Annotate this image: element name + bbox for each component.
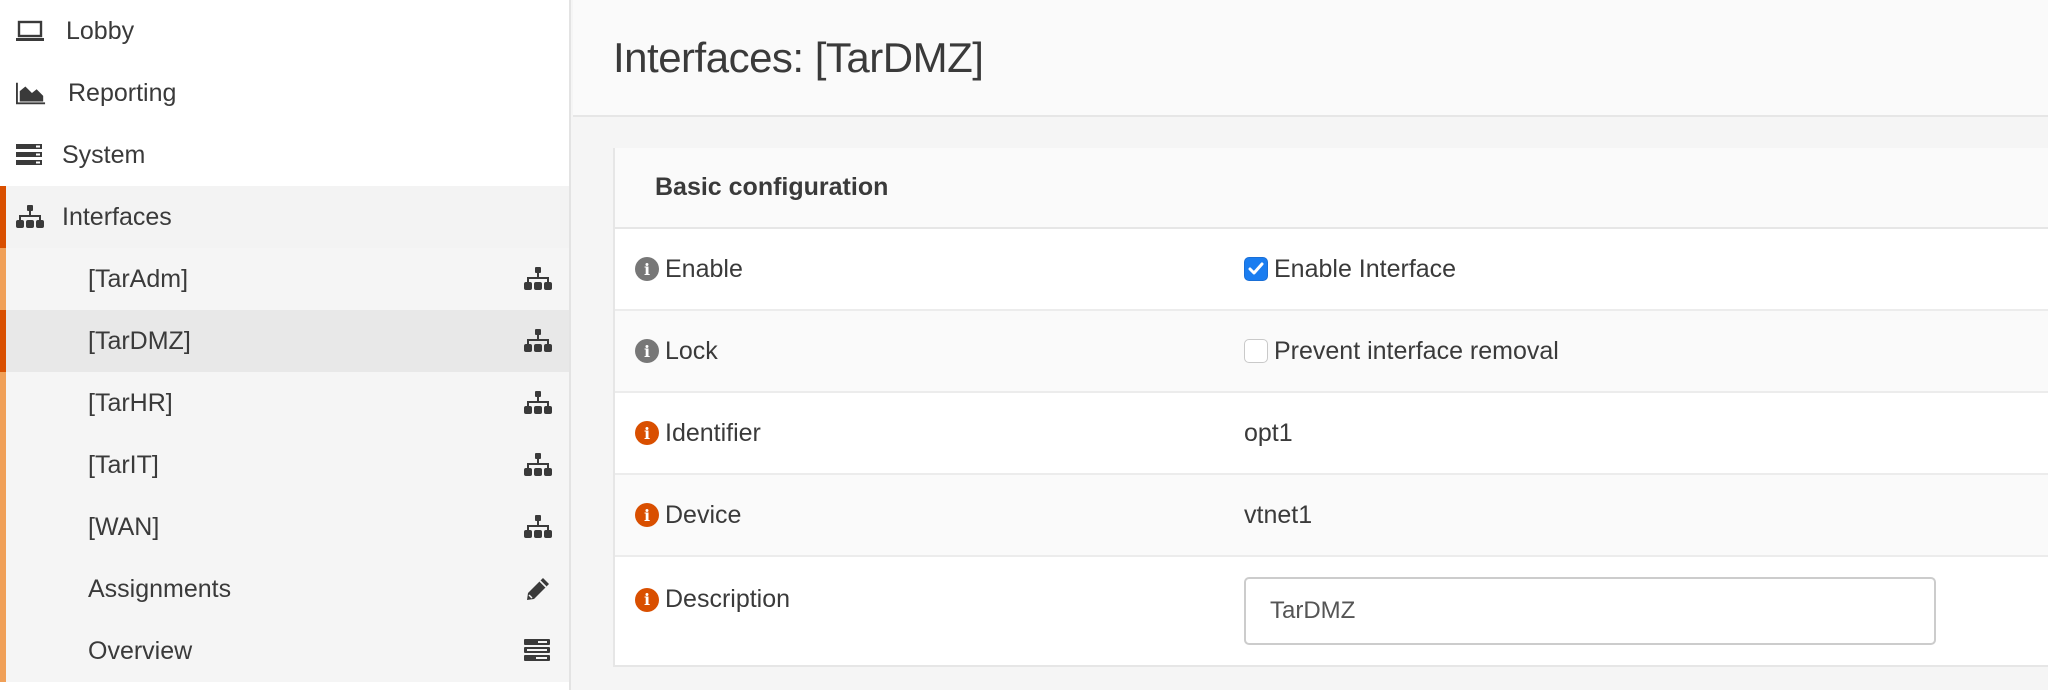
checkbox-label[interactable]: Prevent interface removal [1274,337,1559,366]
sidebar-item-label: System [62,140,146,169]
page-header: Interfaces: [TarDMZ] [573,0,2048,117]
sidebar-subitem-tarhr[interactable]: [TarHR] [6,372,569,434]
field-label: Identifier [665,418,761,447]
sidebar-item-label: Reporting [68,78,177,107]
sidebar-item-label: [TarDMZ] [88,326,191,355]
section-title: Basic configuration [615,148,2048,229]
server-icon [16,143,46,167]
info-icon[interactable]: i [635,257,659,281]
laptop-icon [16,19,46,43]
field-label: Lock [665,336,718,365]
sitemap-icon [523,267,553,291]
sidebar-item-label: Overview [88,636,193,665]
page-title: Interfaces: [TarDMZ] [613,33,984,81]
sidebar-item-label: Lobby [66,16,135,45]
sidebar-item-label: [TarIT] [88,450,159,479]
sidebar-item-label: [TarHR] [88,388,173,417]
sidebar-item-label: [WAN] [88,512,160,541]
form-row-lock: i Lock Prevent interface removal [615,311,2048,393]
sidebar-item-label: Assignments [88,574,232,603]
sidebar-item-lobby[interactable]: Lobby [0,0,569,62]
basic-configuration-panel: Basic configuration i Enable Enable Inte… [613,148,2048,667]
sidebar: Lobby Reporting System Interfaces [TarAd… [0,0,571,690]
sitemap-icon [16,205,46,229]
pencil-icon [523,577,553,601]
interfaces-submenu: [TarAdm] [TarDMZ] [TarHR] [TarIT] [WAN] [0,248,569,682]
info-icon[interactable]: i [635,339,659,363]
sitemap-icon [523,391,553,415]
sidebar-item-system[interactable]: System [0,124,569,186]
info-icon[interactable]: i [635,587,659,612]
info-icon[interactable]: i [635,421,659,445]
sidebar-item-reporting[interactable]: Reporting [0,62,569,124]
area-chart-icon [16,81,46,105]
sidebar-item-label: Interfaces [62,202,172,231]
checkmark-icon [1248,262,1264,275]
info-icon[interactable]: i [635,503,659,527]
sidebar-subitem-tardmz[interactable]: [TarDMZ] [0,310,569,372]
sidebar-item-interfaces[interactable]: Interfaces [0,186,569,248]
sitemap-icon [523,453,553,477]
sidebar-subitem-wan[interactable]: [WAN] [6,496,569,558]
device-value: vtnet1 [1244,500,1313,529]
identifier-value: opt1 [1244,418,1293,447]
field-label: Description [665,585,791,613]
sidebar-subitem-overview[interactable]: Overview [6,620,569,682]
sitemap-icon [523,329,553,353]
form-row-identifier: i Identifier opt1 [615,393,2048,475]
sidebar-subitem-tarit[interactable]: [TarIT] [6,434,569,496]
checkbox-label[interactable]: Enable Interface [1274,255,1456,284]
sidebar-subitem-taradm[interactable]: [TarAdm] [6,248,569,310]
enable-interface-checkbox[interactable] [1244,257,1268,281]
sidebar-subitem-assignments[interactable]: Assignments [6,558,569,620]
form-row-enable: i Enable Enable Interface [615,229,2048,311]
description-input[interactable] [1244,577,1936,645]
sidebar-item-label: [TarAdm] [88,264,189,293]
form-row-description: i Description [615,557,2048,665]
list-icon [523,639,553,663]
form-row-device: i Device vtnet1 [615,475,2048,557]
field-label: Enable [665,254,743,283]
field-label: Device [665,500,742,529]
prevent-removal-checkbox[interactable] [1244,339,1268,363]
main-content: Interfaces: [TarDMZ] Basic configuration… [573,0,2048,690]
sitemap-icon [523,515,553,539]
